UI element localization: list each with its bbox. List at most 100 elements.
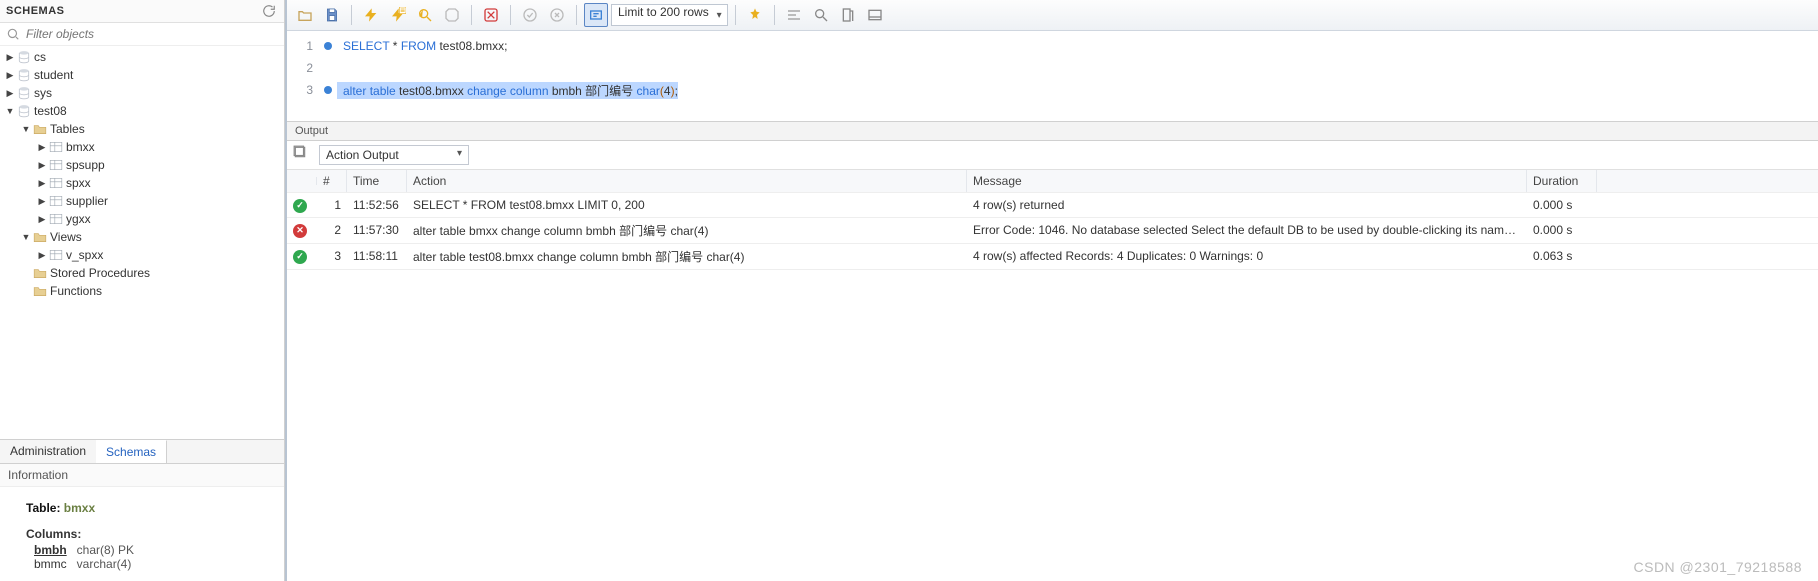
group-views[interactable]: Views xyxy=(0,228,284,246)
row-number: 3 xyxy=(317,245,347,267)
editor-line[interactable]: 1 SELECT * FROM test08.bmxx; xyxy=(287,35,1818,57)
expand-arrow-icon[interactable] xyxy=(36,250,48,261)
schema-tree[interactable]: cs student sys test08 Tables bmxxspsuppspxxsu… xyxy=(0,46,284,439)
output-row[interactable]: ✕211:57:30alter table bmxx change column… xyxy=(287,218,1818,244)
output-section-header: Output xyxy=(287,121,1818,141)
tree-label: test08 xyxy=(32,104,67,118)
expand-arrow-icon[interactable] xyxy=(4,88,16,99)
column-row: bmmc varchar(4) xyxy=(26,557,266,571)
schemas-title: SCHEMAS xyxy=(6,5,65,17)
expand-arrow-icon[interactable] xyxy=(4,70,16,81)
schema-student[interactable]: student xyxy=(0,66,284,84)
schema-test08[interactable]: test08 xyxy=(0,102,284,120)
row-action: alter table bmxx change column bmbh 部门编号… xyxy=(407,218,967,243)
filter-input[interactable] xyxy=(26,27,278,41)
schema-sys[interactable]: sys xyxy=(0,84,284,102)
col-action[interactable]: Action xyxy=(407,170,967,192)
tab-schemas[interactable]: Schemas xyxy=(96,440,167,463)
row-number: 1 xyxy=(317,194,347,216)
column-name: bmbh xyxy=(34,543,67,557)
beautify-button[interactable] xyxy=(743,3,767,27)
execute-button[interactable] xyxy=(359,3,383,27)
code-text[interactable]: alter table test08.bmxx change column bm… xyxy=(337,82,678,99)
group-stored-procedures[interactable]: Stored Procedures xyxy=(0,264,284,282)
sidebar: SCHEMAS csstudentsystest08Tablesbmxxspsu… xyxy=(0,0,285,581)
col-duration[interactable]: Duration xyxy=(1527,170,1597,192)
output-row[interactable]: ✓111:52:56SELECT * FROM test08.bmxx LIMI… xyxy=(287,193,1818,218)
expand-arrow-icon[interactable] xyxy=(36,214,48,225)
expand-arrow-icon[interactable] xyxy=(4,106,16,116)
search-button[interactable] xyxy=(809,3,833,27)
group-functions[interactable]: Functions xyxy=(0,282,284,300)
toggle-whitespace-button[interactable] xyxy=(584,3,608,27)
tree-label: student xyxy=(32,68,73,82)
expand-arrow-icon[interactable] xyxy=(4,52,16,63)
editor-line[interactable]: 2 xyxy=(287,57,1818,79)
view-v_spxx[interactable]: v_spxx xyxy=(0,246,284,264)
table-spxx[interactable]: spxx xyxy=(0,174,284,192)
row-time: 11:58:11 xyxy=(347,245,407,267)
save-button[interactable] xyxy=(320,3,344,27)
breakpoint-gutter[interactable] xyxy=(319,86,337,94)
expand-arrow-icon[interactable] xyxy=(36,160,48,171)
limit-rows-label: Limit to 200 rows xyxy=(611,4,728,26)
folder-icon xyxy=(32,267,48,279)
table-ygxx[interactable]: ygxx xyxy=(0,210,284,228)
schemas-header: SCHEMAS xyxy=(0,0,284,23)
breakpoint-gutter[interactable] xyxy=(319,42,337,50)
toggle-autocommit-button[interactable] xyxy=(479,3,503,27)
expand-arrow-icon[interactable] xyxy=(20,124,32,134)
rollback-button[interactable] xyxy=(545,3,569,27)
status-cell: ✓ xyxy=(287,193,317,217)
snippets-button[interactable] xyxy=(836,3,860,27)
expand-arrow-icon[interactable] xyxy=(20,232,32,242)
expand-arrow-icon[interactable] xyxy=(36,142,48,153)
action-output-select[interactable]: Action Output xyxy=(319,145,469,165)
table-supplier[interactable]: supplier xyxy=(0,192,284,210)
line-number: 1 xyxy=(287,39,319,53)
output-options-button[interactable] xyxy=(293,145,313,165)
col-message[interactable]: Message xyxy=(967,170,1527,192)
schema-cs[interactable]: cs xyxy=(0,48,284,66)
tree-label: Tables xyxy=(48,122,85,136)
database-icon xyxy=(16,86,32,100)
toolbar-separator xyxy=(576,5,577,25)
col-time[interactable]: Time xyxy=(347,170,407,192)
explain-button[interactable] xyxy=(413,3,437,27)
error-icon: ✕ xyxy=(293,224,307,238)
column-type: varchar(4) xyxy=(77,557,132,571)
folder-icon xyxy=(32,285,48,297)
refresh-icon[interactable] xyxy=(260,2,278,20)
commit-button[interactable] xyxy=(518,3,542,27)
folder-icon xyxy=(32,123,48,135)
row-message: 4 row(s) affected Records: 4 Duplicates:… xyxy=(967,245,1527,267)
toggle-panel-button[interactable] xyxy=(863,3,887,27)
output-row[interactable]: ✓311:58:11alter table test08.bmxx change… xyxy=(287,244,1818,270)
expand-arrow-icon[interactable] xyxy=(36,178,48,189)
table-bmxx[interactable]: bmxx xyxy=(0,138,284,156)
table-icon xyxy=(48,195,64,207)
col-num[interactable]: # xyxy=(317,170,347,192)
tab-administration[interactable]: Administration xyxy=(0,440,96,463)
stop-button[interactable] xyxy=(440,3,464,27)
table-spsupp[interactable]: spsupp xyxy=(0,156,284,174)
table-icon xyxy=(48,177,64,189)
expand-arrow-icon[interactable] xyxy=(36,196,48,207)
table-name: bmxx xyxy=(64,501,95,515)
column-name: bmmc xyxy=(34,557,67,571)
group-tables[interactable]: Tables xyxy=(0,120,284,138)
row-time: 11:57:30 xyxy=(347,219,407,241)
sql-editor[interactable]: 1 SELECT * FROM test08.bmxx; 23alter table… xyxy=(287,31,1818,121)
row-duration: 0.063 s xyxy=(1527,245,1597,267)
execute-current-button[interactable] xyxy=(386,3,410,27)
limit-rows-select[interactable]: Limit to 200 rows xyxy=(611,4,728,26)
output-grid-header: # Time Action Message Duration xyxy=(287,170,1818,193)
tree-label: Views xyxy=(48,230,82,244)
toolbar-separator xyxy=(735,5,736,25)
editor-line[interactable]: 3alter table test08.bmxx change column b… xyxy=(287,79,1818,101)
open-file-button[interactable] xyxy=(293,3,317,27)
tree-label: v_spxx xyxy=(64,248,103,262)
table-icon xyxy=(48,141,64,153)
find-button[interactable] xyxy=(782,3,806,27)
code-text[interactable]: SELECT * FROM test08.bmxx; xyxy=(337,39,508,53)
